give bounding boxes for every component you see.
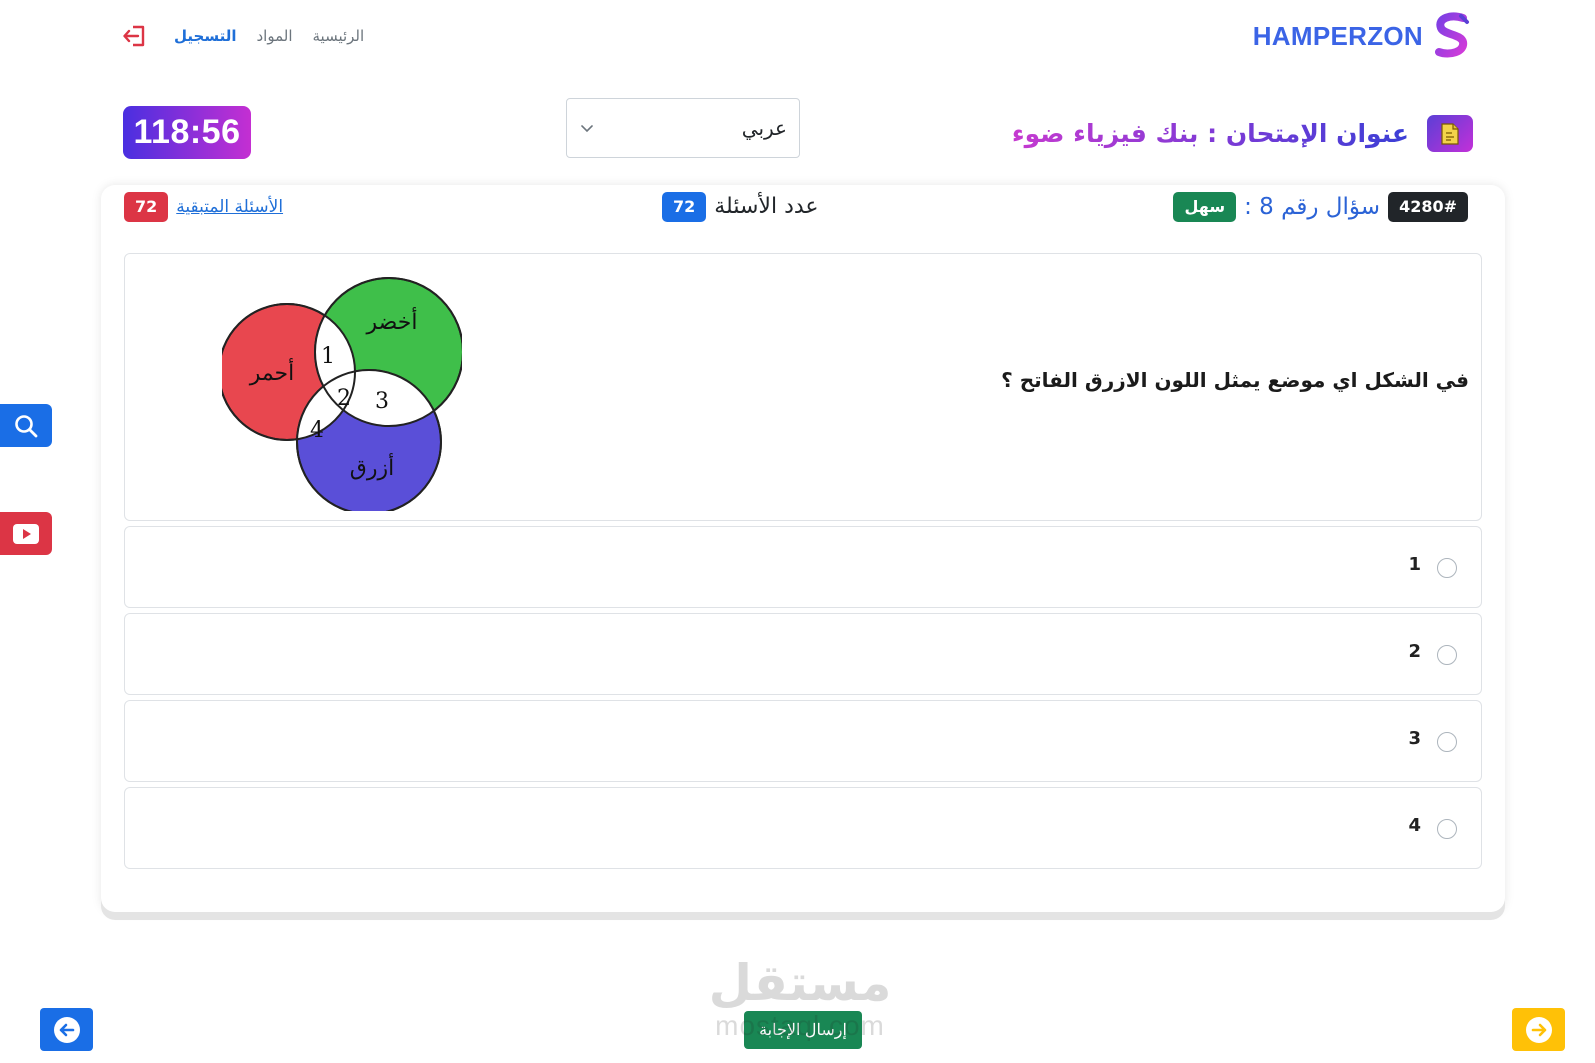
question-number: سؤال رقم 8 : (1244, 193, 1381, 220)
watermark-arabic: مستقل (708, 954, 892, 1012)
answer-radio-2[interactable] (1437, 645, 1457, 665)
logout-icon[interactable] (120, 21, 150, 51)
question-text: في الشكل اي موضع يمثل اللون الازرق الفات… (1001, 368, 1469, 392)
answer-radio-3[interactable] (1437, 732, 1457, 752)
youtube-icon (13, 523, 39, 544)
video-button[interactable] (0, 512, 52, 555)
difficulty-badge: سهل (1173, 191, 1237, 222)
language-select[interactable]: عربي (566, 98, 800, 158)
nav-link-subjects[interactable]: المواد (256, 27, 292, 45)
question-box: في الشكل اي موضع يمثل اللون الازرق الفات… (124, 253, 1482, 521)
venn-red-label: أحمر (249, 358, 295, 386)
arrow-left-icon (53, 1016, 80, 1043)
nav-link-home[interactable]: الرئيسية (313, 27, 365, 45)
remaining-questions: الأسئلة المتبقية 72 (124, 190, 283, 223)
next-question-button[interactable] (1512, 1008, 1565, 1051)
question-count-label: عدد الأسئلة (714, 194, 819, 219)
remaining-count-badge: 72 (124, 191, 169, 222)
remaining-questions-link[interactable]: الأسئلة المتبقية (176, 197, 283, 217)
answer-radio-4[interactable] (1437, 819, 1457, 839)
answer-option-4[interactable]: 4 (124, 787, 1482, 869)
question-meta: 4280# سؤال رقم 8 : سهل (1173, 190, 1468, 223)
answer-radio-1[interactable] (1437, 558, 1457, 578)
venn-region-2: 2 (337, 386, 351, 411)
venn-region-3: 3 (375, 389, 389, 414)
submit-answer-button[interactable]: إرسال الإجابة (744, 1011, 862, 1049)
question-count: عدد الأسئلة 72 (662, 190, 819, 223)
previous-question-button[interactable] (40, 1008, 93, 1051)
answer-label-2: 2 (1408, 641, 1421, 662)
answer-label-1: 1 (1408, 554, 1421, 575)
arrow-right-icon (1525, 1016, 1552, 1043)
question-id-badge: 4280# (1388, 191, 1468, 222)
document-icon (1427, 115, 1473, 152)
question-count-badge: 72 (662, 191, 707, 222)
brand-name: HAMPERZON (1252, 20, 1423, 51)
answer-option-3[interactable]: 3 (124, 700, 1482, 782)
top-navbar: HAMPERZON التسجيل المواد الرئيسية (0, 0, 1595, 72)
search-button[interactable] (0, 404, 52, 447)
venn-green-label: أخضر (366, 307, 418, 335)
answer-option-1[interactable]: 1 (124, 526, 1482, 608)
exam-timer: 118:56 (123, 106, 251, 159)
venn-region-1: 1 (321, 344, 335, 369)
answer-option-2[interactable]: 2 (124, 613, 1482, 695)
nav-link-register[interactable]: التسجيل (174, 27, 236, 45)
venn-diagram: أخضر أحمر أزرق 1 2 3 4 (222, 277, 462, 511)
venn-blue-label: أزرق (350, 453, 394, 481)
search-icon (15, 414, 38, 437)
s-logo-icon (1435, 12, 1469, 58)
nav-links: التسجيل المواد الرئيسية (120, 20, 384, 52)
language-value: عربي (741, 116, 787, 140)
chevron-down-icon (581, 125, 593, 133)
answer-label-3: 3 (1408, 728, 1421, 749)
venn-region-4: 4 (310, 418, 324, 443)
brand[interactable]: HAMPERZON (1253, 10, 1473, 62)
exam-title: عنوان الإمتحان : بنك فيزياء ضوء (1012, 112, 1409, 156)
answer-label-4: 4 (1408, 815, 1421, 836)
